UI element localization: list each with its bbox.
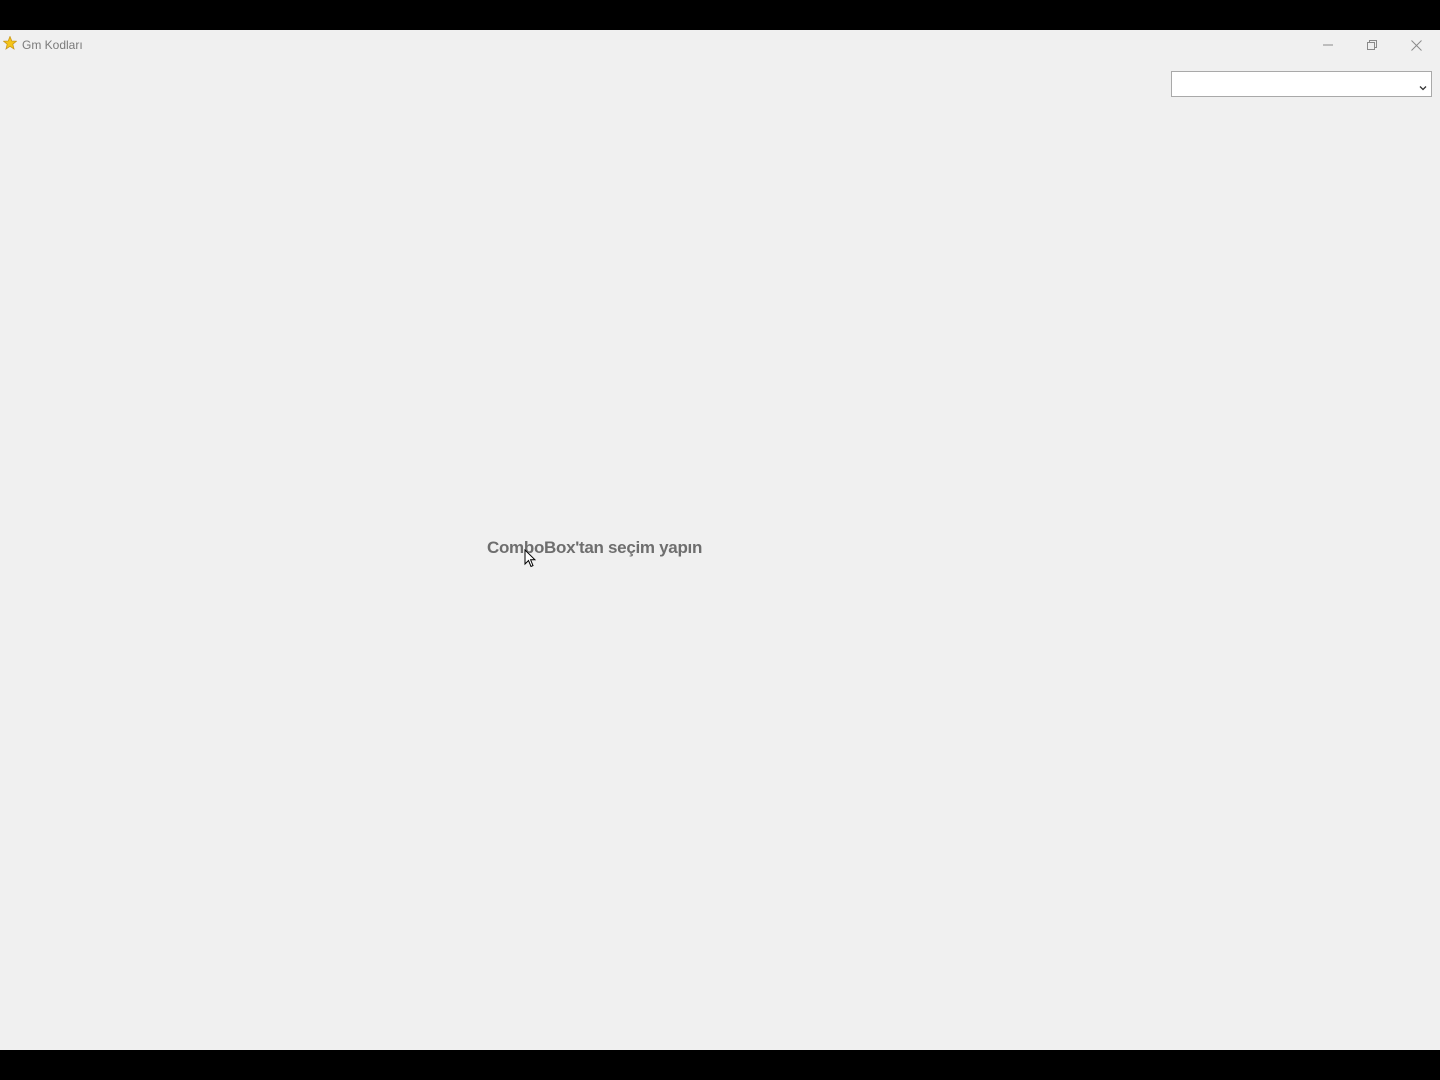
- screen: Gm Kodları ComboBox'tan seçim yapın: [0, 0, 1440, 1080]
- close-icon: [1410, 39, 1422, 51]
- window-title: Gm Kodları: [22, 38, 83, 52]
- restore-button[interactable]: [1350, 30, 1394, 60]
- app-star-icon: [2, 35, 18, 50]
- selection-prompt-label: ComboBox'tan seçim yapın: [487, 538, 703, 557]
- main-content: ComboBox'tan seçim yapın: [0, 60, 1440, 1050]
- minimize-button[interactable]: [1306, 30, 1350, 60]
- restore-icon: [1367, 40, 1377, 50]
- title-bar[interactable]: Gm Kodları: [0, 30, 1440, 60]
- selection-combobox[interactable]: [1171, 71, 1432, 97]
- chevron-down-icon[interactable]: [1418, 80, 1428, 91]
- mouse-cursor-icon: [524, 548, 537, 569]
- minimize-icon: [1323, 40, 1333, 50]
- close-button[interactable]: [1394, 30, 1438, 60]
- app-window: Gm Kodları ComboBox'tan seçim yapın: [0, 30, 1440, 1050]
